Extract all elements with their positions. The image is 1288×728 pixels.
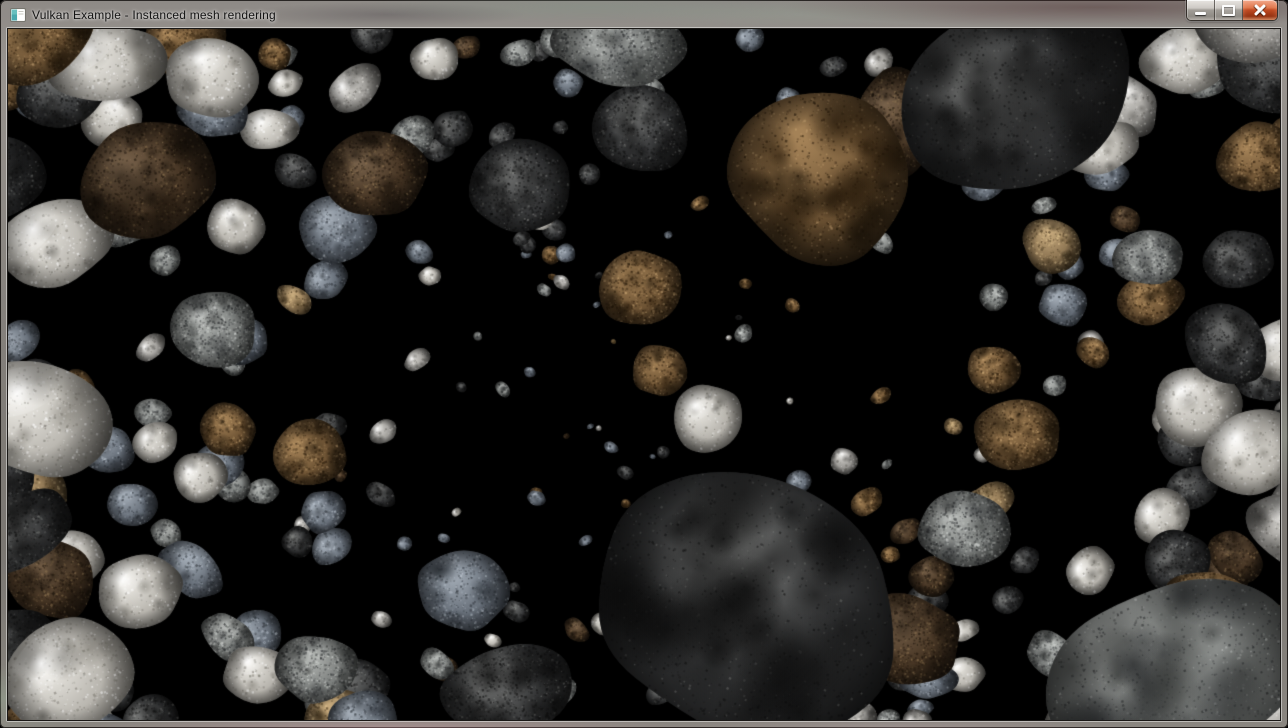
close-button[interactable]	[1243, 0, 1277, 20]
app-icon	[10, 7, 26, 23]
minimize-button[interactable]	[1187, 0, 1215, 20]
maximize-button[interactable]	[1215, 0, 1243, 20]
window-controls	[1186, 0, 1278, 21]
app-window: Vulkan Example - Instanced mesh renderin…	[0, 0, 1288, 728]
maximize-icon	[1222, 5, 1235, 16]
vulkan-render-canvas[interactable]	[8, 29, 1280, 720]
render-viewport[interactable]	[8, 29, 1280, 720]
title-bar[interactable]: Vulkan Example - Instanced mesh renderin…	[0, 0, 1288, 29]
window-title: Vulkan Example - Instanced mesh renderin…	[32, 8, 276, 22]
close-icon	[1253, 4, 1267, 16]
minimize-icon	[1195, 12, 1206, 15]
